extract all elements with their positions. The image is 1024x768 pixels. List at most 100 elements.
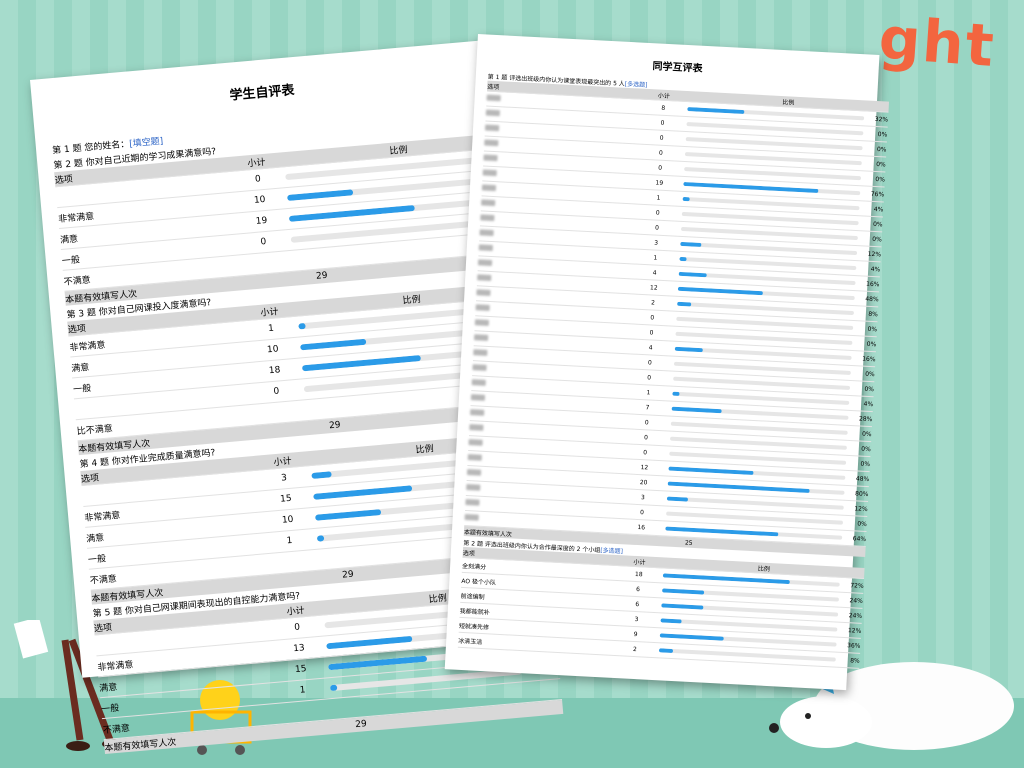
row-count: 18 <box>268 365 281 377</box>
question-type-link[interactable]: [多选题] <box>600 545 623 555</box>
row-count: 0 <box>647 373 652 382</box>
row-count: 7 <box>645 403 650 411</box>
question-type-link[interactable]: [填空题] <box>129 134 164 150</box>
question-2: 第 2 题 评选出班级内你认为合作最深度的 2 个小组 [多选题] 选项 小计 … <box>457 538 865 669</box>
progress-fill <box>687 107 744 115</box>
row-count: 0 <box>643 433 649 441</box>
row-percent: 0% <box>876 145 887 154</box>
table-body: 8 32% 0 0% 0 0% 0 0% 0 0% 19 76% 1 4% 0 0% 0 0% 3 12% 1 4% 4 16… <box>464 91 889 547</box>
redacted-name <box>477 274 492 282</box>
total-count: 25 <box>684 539 693 547</box>
row-percent: 24% <box>848 611 863 620</box>
row-count: 10 <box>266 344 279 356</box>
row-percent: 0% <box>861 445 871 453</box>
redacted-name <box>474 319 490 326</box>
row-count: 3 <box>640 493 645 501</box>
row-count: 0 <box>260 237 267 248</box>
progress-fill <box>682 196 690 202</box>
redacted-name <box>466 484 481 491</box>
progress-fill <box>677 301 692 307</box>
total-count: 29 <box>354 719 368 731</box>
progress-fill <box>313 485 413 500</box>
row-count: 0 <box>273 386 280 397</box>
row-count: 19 <box>655 178 664 187</box>
row-percent: 24% <box>849 596 864 605</box>
progress-fill <box>301 355 422 372</box>
progress-fill <box>662 588 705 595</box>
progress-fill <box>666 496 689 502</box>
progress-fill <box>661 603 704 610</box>
row-count: 0 <box>654 224 660 232</box>
row-count: 20 <box>639 478 648 486</box>
redacted-name <box>475 304 490 311</box>
row-percent: 0% <box>877 130 888 139</box>
row-count: 1 <box>646 388 651 397</box>
row-count: 3 <box>280 473 288 484</box>
redacted-name <box>464 513 479 521</box>
row-count: 12 <box>640 463 649 471</box>
row-percent: 0% <box>867 325 878 333</box>
redacted-name <box>470 394 486 401</box>
row-percent: 48% <box>855 474 870 483</box>
row-count: 4 <box>652 268 657 277</box>
redacted-name <box>465 498 480 506</box>
row-count: 0 <box>655 209 660 217</box>
progress-fill <box>674 346 704 353</box>
row-percent: 12% <box>854 504 868 513</box>
row-count: 1 <box>656 194 661 202</box>
redacted-name <box>481 199 496 207</box>
row-percent: 48% <box>865 295 879 303</box>
row-count <box>277 709 332 714</box>
progress-fill <box>678 271 708 278</box>
progress-fill <box>285 174 286 181</box>
row-count: 2 <box>632 645 637 653</box>
row-percent: 4% <box>863 400 874 408</box>
row-percent: 4% <box>870 265 881 273</box>
row-percent: 0% <box>875 175 886 183</box>
progress-fill <box>288 204 415 222</box>
row-count: 0 <box>293 622 301 634</box>
row-count: 0 <box>643 448 648 456</box>
progress-fill <box>329 684 337 692</box>
row-percent: 36% <box>846 641 861 650</box>
row-percent: 0% <box>857 520 868 528</box>
question-type-link[interactable]: [多选题] <box>625 79 648 89</box>
progress-fill <box>683 181 818 193</box>
row-percent: 80% <box>854 489 869 498</box>
progress-fill <box>668 466 754 476</box>
progress-fill <box>286 189 354 202</box>
row-count: 0 <box>650 313 655 322</box>
progress-fill <box>328 655 428 671</box>
row-count: 19 <box>255 215 268 227</box>
progress-fill <box>300 338 367 351</box>
progress-fill <box>314 509 382 521</box>
redacted-name <box>485 109 501 117</box>
row-percent: 0% <box>864 385 875 393</box>
row-percent: 0% <box>865 370 875 378</box>
progress-fill <box>679 256 687 262</box>
redacted-name <box>469 424 484 431</box>
row-count: 1 <box>299 685 306 696</box>
row-percent: 72% <box>850 581 864 590</box>
redacted-name <box>476 289 491 297</box>
row-percent: 32% <box>874 115 889 124</box>
redacted-name <box>471 379 486 386</box>
redacted-name <box>483 154 498 162</box>
redacted-name <box>484 124 500 132</box>
row-count <box>238 261 293 266</box>
redacted-name <box>473 349 488 356</box>
row-percent: 0% <box>866 340 877 348</box>
row-count: 0 <box>639 508 645 516</box>
row-percent: 8% <box>850 656 860 665</box>
row-percent: 16% <box>865 280 880 288</box>
row-percent: 0% <box>872 220 883 228</box>
row-percent: 76% <box>870 190 885 198</box>
row-count: 0 <box>658 149 663 157</box>
peer-evaluation-sheet: 同学互评表 第 1 题 评选出班级内你认为课堂表现最突出的 5 人 [多选题] … <box>444 34 890 691</box>
row-count: 15 <box>294 664 307 676</box>
row-percent: 0% <box>860 460 871 468</box>
row-count: 10 <box>253 194 266 206</box>
total-count: 29 <box>341 569 355 581</box>
row-count: 0 <box>659 134 664 142</box>
row-count: 1 <box>653 253 658 262</box>
